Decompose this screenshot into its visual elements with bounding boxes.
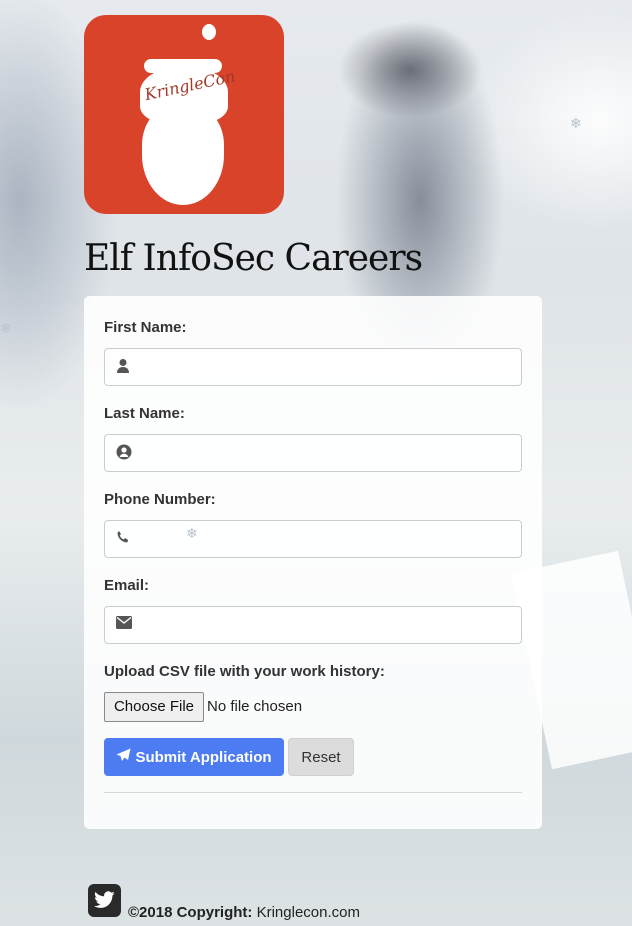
user-icon — [116, 358, 132, 374]
twitter-icon[interactable] — [88, 884, 121, 917]
envelope-icon — [116, 616, 132, 632]
email-input[interactable] — [145, 611, 509, 639]
email-field[interactable] — [104, 606, 522, 644]
file-status-text: No file chosen — [207, 698, 303, 715]
snowflake-icon: ❄ — [186, 525, 198, 541]
first-name-label: First Name: — [104, 319, 187, 336]
paper-plane-icon — [116, 748, 131, 766]
last-name-input[interactable] — [145, 439, 509, 467]
snowflake-icon: ❄ — [570, 115, 582, 131]
last-name-field[interactable] — [104, 434, 522, 472]
choose-file-button[interactable]: Choose File — [104, 692, 204, 722]
email-label: Email: — [104, 577, 150, 594]
page-title: Elf InfoSec Careers — [84, 238, 423, 279]
snowflake-icon: ❄ — [0, 320, 12, 336]
copyright-label: ©2018 Copyright: — [128, 904, 253, 921]
last-name-label: Last Name: — [104, 405, 185, 422]
phone-icon — [116, 530, 132, 546]
kringlecon-logo: KringleCon — [84, 15, 284, 214]
user-circle-icon — [116, 444, 132, 460]
phone-number-label: Phone Number: — [104, 491, 216, 508]
reset-button[interactable]: Reset — [288, 738, 354, 776]
phone-number-field[interactable] — [104, 520, 522, 558]
copyright-text: ©2018 Copyright: Kringlecon.com — [128, 904, 360, 921]
first-name-field[interactable] — [104, 348, 522, 386]
copyright-site: Kringlecon.com — [256, 904, 360, 921]
phone-number-input[interactable] — [145, 525, 509, 553]
divider — [104, 792, 522, 793]
submit-label: Submit Application — [135, 749, 272, 766]
upload-label: Upload CSV file with your work history: — [104, 663, 385, 680]
first-name-input[interactable] — [145, 353, 509, 381]
submit-application-button[interactable]: Submit Application — [104, 738, 284, 776]
